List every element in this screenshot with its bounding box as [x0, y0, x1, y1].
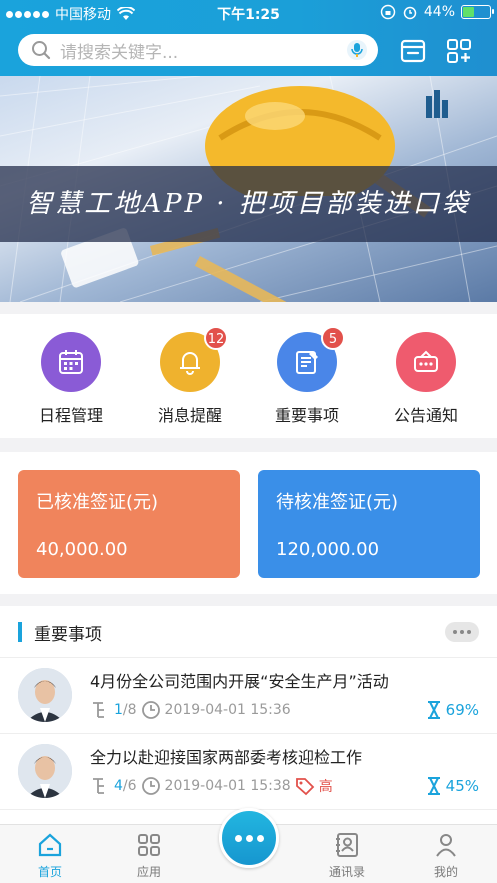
progress-value: 45%: [445, 777, 479, 795]
item-meta: 1/8 2019-04-01 15:36: [90, 700, 291, 720]
tab-apps[interactable]: 应用: [109, 831, 189, 880]
avatar: [18, 668, 72, 722]
approved-card[interactable]: 已核准签证(元) 40,000.00: [18, 470, 240, 578]
progress-percent: 45%: [426, 776, 479, 796]
section-accent-bar: [18, 622, 22, 642]
search-bar[interactable]: 请搜索关键字...: [18, 34, 378, 66]
search-input[interactable]: 请搜索关键字...: [60, 38, 346, 63]
item-time: 2019-04-01 15:36: [164, 702, 291, 718]
battery-percent: 44%: [423, 4, 455, 20]
quick-item-schedule[interactable]: 日程管理: [21, 332, 121, 426]
tab-contacts[interactable]: 通讯录: [307, 831, 387, 880]
list-item[interactable]: 全力以赴迎接国家两部委考核迎检工作 4/6 2019-04-01 15:38 高…: [0, 734, 497, 810]
item-title: 全力以赴迎接国家两部委考核迎检工作: [90, 748, 363, 767]
tab-label: 通讯录: [328, 865, 365, 879]
item-time: 2019-04-01 15:38: [164, 778, 291, 794]
quick-menu: 日程管理 12 消息提醒 5 重要事项 公告通知: [0, 314, 497, 438]
quick-item-label: 消息提醒: [157, 406, 222, 425]
clock-icon: [141, 777, 160, 795]
important-list: 重要事项 4月份全公司范围内开展“安全生产月”活动 1/8 2019-04-01…: [0, 606, 497, 824]
announcement-icon: [396, 332, 456, 392]
bell-icon: 12: [160, 326, 228, 392]
apps-icon: [138, 834, 160, 856]
battery-icon: [461, 5, 494, 19]
search-icon: [32, 41, 51, 60]
list-item[interactable]: 4月份全公司范围内开展“安全生产月”活动 1/8 2019-04-01 15:3…: [0, 658, 497, 734]
tab-label: 首页: [37, 865, 62, 879]
quick-item-messages[interactable]: 12 消息提醒: [140, 326, 240, 426]
quick-item-important[interactable]: 5 重要事项: [257, 326, 357, 426]
progress-value: 69%: [445, 701, 479, 719]
item-meta: 4/6 2019-04-01 15:38 高: [90, 776, 333, 796]
shop-icon[interactable]: [398, 36, 428, 66]
notification-badge: 5: [321, 326, 345, 350]
approved-title: 已核准签证(元): [36, 492, 159, 513]
pending-card[interactable]: 待核准签证(元) 120,000.00: [258, 470, 480, 578]
tab-label: 应用: [136, 865, 161, 879]
tasks-icon: [93, 702, 104, 718]
tab-label: 我的: [433, 865, 458, 879]
avatar: [18, 744, 72, 798]
rotation-lock-icon: [380, 4, 396, 20]
contacts-icon: [336, 833, 358, 857]
banner-slogan: 智慧工地APP · 把项目部装进口袋: [0, 166, 497, 242]
home-icon: [38, 833, 62, 857]
pending-value: 120,000.00: [276, 539, 380, 560]
item-title: 4月份全公司范围内开展“安全生产月”活动: [90, 672, 389, 691]
alarm-icon: [403, 6, 417, 20]
tasks-total: /8: [122, 702, 137, 718]
tasks-done: 1: [114, 702, 123, 718]
more-button[interactable]: [445, 622, 479, 642]
priority-label: 高: [318, 779, 333, 795]
calendar-icon: [41, 332, 101, 392]
quick-item-label: 重要事项: [274, 406, 339, 425]
progress-percent: 69%: [426, 700, 479, 720]
status-bar: 中国移动 下午1:25 44%: [0, 0, 497, 26]
clock-icon: [141, 701, 160, 719]
hourglass-icon: [427, 777, 440, 795]
tab-home[interactable]: 首页: [10, 831, 90, 880]
approved-value: 40,000.00: [36, 539, 128, 560]
profile-icon: [436, 834, 456, 857]
building-logo: [426, 90, 448, 118]
notification-badge: 12: [204, 326, 228, 350]
more-icon[interactable]: [219, 808, 279, 868]
tasks-icon: [93, 778, 104, 794]
quick-item-label: 公告通知: [393, 406, 458, 425]
top-bar: 中国移动 下午1:25 44% 请搜索关键字...: [0, 0, 497, 76]
quick-item-announcement[interactable]: 公告通知: [376, 332, 476, 426]
document-icon: 5: [277, 326, 345, 392]
voice-input-icon[interactable]: [346, 39, 368, 61]
tag-icon: [295, 778, 314, 796]
tasks-total: /6: [122, 778, 137, 794]
section-title: 重要事项: [34, 625, 102, 645]
pending-title: 待核准签证(元): [276, 492, 399, 513]
task-count: 1/8: [114, 702, 137, 718]
task-count: 4/6: [114, 778, 137, 794]
promo-banner[interactable]: 智慧工地APP · 把项目部装进口袋: [0, 76, 497, 302]
tab-profile[interactable]: 我的: [406, 831, 486, 880]
section-header: 重要事项: [0, 606, 497, 658]
apps-grid-icon[interactable]: [444, 36, 474, 66]
tasks-done: 4: [114, 778, 123, 794]
hourglass-icon: [427, 701, 440, 719]
quick-item-label: 日程管理: [38, 406, 103, 425]
visa-stats: 已核准签证(元) 40,000.00 待核准签证(元) 120,000.00: [0, 452, 497, 594]
